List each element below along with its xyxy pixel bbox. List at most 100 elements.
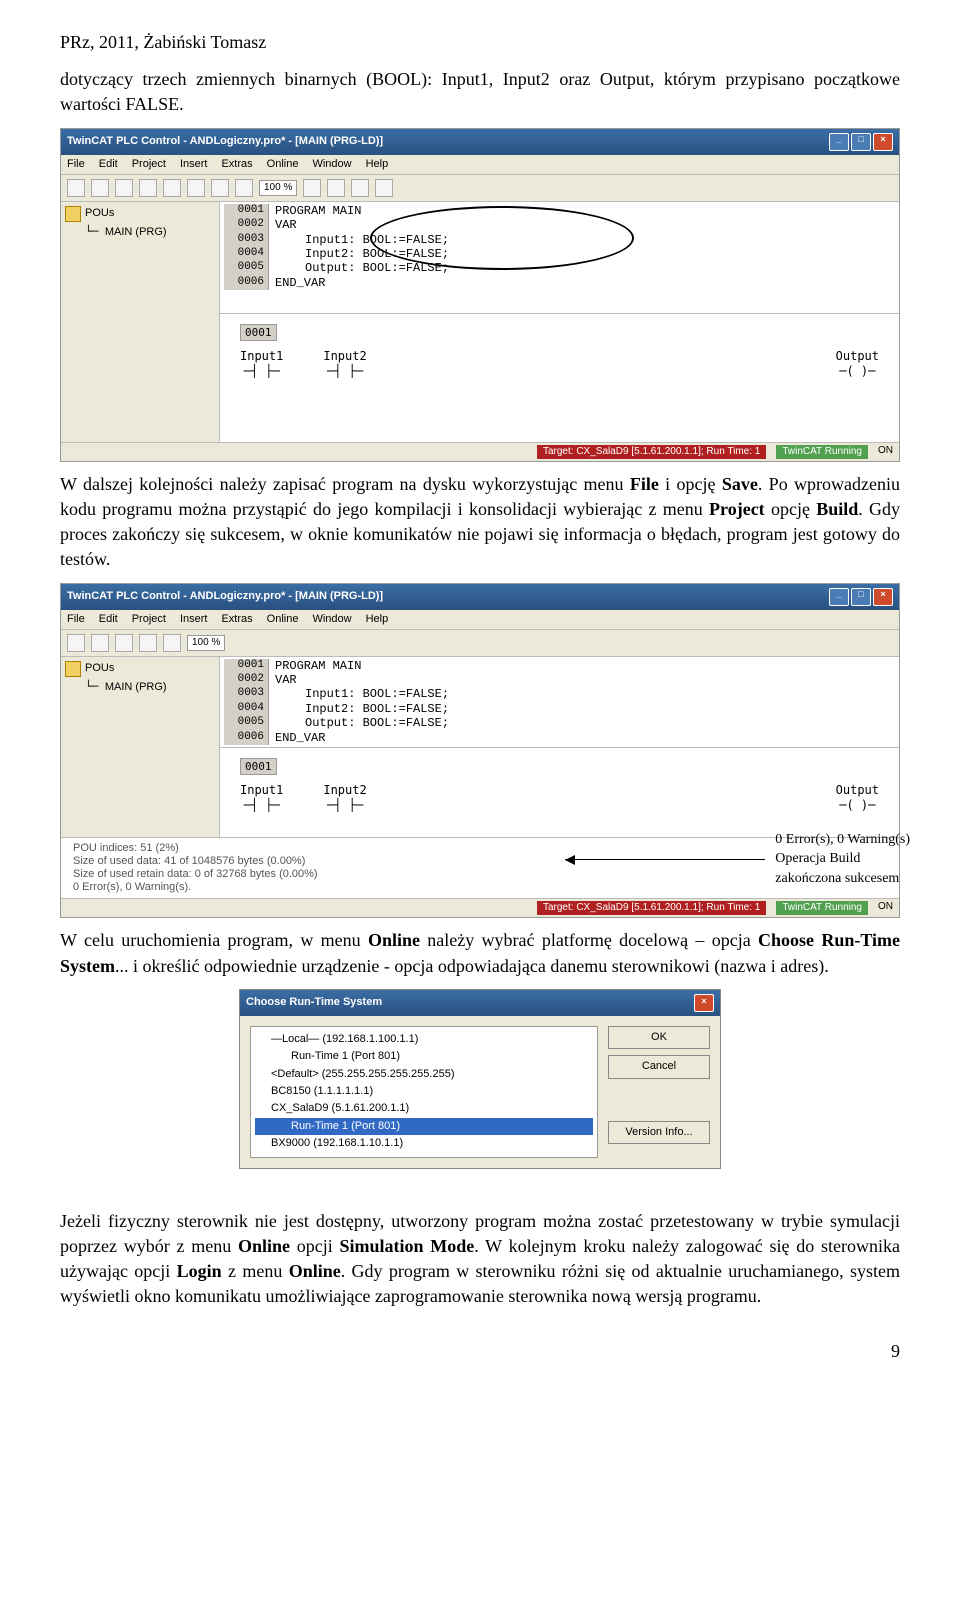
close-icon[interactable]: × (873, 588, 893, 606)
folder-icon (65, 661, 81, 677)
tool-icon[interactable] (163, 179, 181, 197)
minimize-icon[interactable]: _ (829, 588, 849, 606)
dialog-title: Choose Run-Time System (246, 995, 382, 1010)
version-info-button[interactable]: Version Info... (608, 1121, 710, 1144)
menu-file[interactable]: File (67, 158, 85, 171)
tool-icon[interactable] (115, 634, 133, 652)
tree-item-default[interactable]: <Default> (255.255.255.255.255.255) (255, 1066, 593, 1083)
menu-file[interactable]: File (67, 613, 85, 626)
menu-extras[interactable]: Extras (221, 613, 252, 626)
rung-number: 0001 (240, 324, 277, 341)
tool-icon[interactable] (327, 179, 345, 197)
status-running: TwinCAT Running (776, 445, 868, 459)
ladder-view[interactable]: 0001 Input1─┤ ├─ Input2─┤ ├─ Output─( )─ (220, 747, 899, 837)
page-number: 9 (60, 1339, 900, 1364)
menubar[interactable]: File Edit Project Insert Extras Online W… (61, 155, 899, 175)
tree-item-cx[interactable]: CX_SalaD9 (5.1.61.200.1.1) (255, 1100, 593, 1117)
tool-icon[interactable] (187, 179, 205, 197)
menu-online[interactable]: Online (267, 158, 299, 171)
tree-main[interactable]: └─ MAIN (PRG) (65, 225, 215, 239)
menu-edit[interactable]: Edit (99, 158, 118, 171)
zoom-level[interactable]: 100 % (259, 180, 297, 196)
window-title: TwinCAT PLC Control - ANDLogiczny.pro* -… (67, 135, 383, 148)
sidebar: POUs └─ MAIN (PRG) (61, 657, 220, 837)
menu-help[interactable]: Help (366, 158, 389, 171)
page-header: PRz, 2011, Żabiński Tomasz (60, 30, 900, 55)
close-icon[interactable]: × (694, 994, 714, 1012)
contact-input2: Input2 ─┤ ├─ (323, 349, 366, 378)
status-on: ON (878, 445, 893, 459)
tool-icon[interactable] (91, 179, 109, 197)
code-editor[interactable]: 0001PROGRAM MAIN 0002VAR 0003Input1: BOO… (220, 202, 899, 314)
status-target: Target: CX_SalaD9 [5.1.61.200.1.1]; Run … (537, 445, 766, 459)
tree-item-bx9000[interactable]: BX9000 (192.168.1.10.1.1) (255, 1135, 593, 1152)
tool-icon[interactable] (67, 179, 85, 197)
coil-output: Output─( )─ (836, 783, 879, 812)
contact-input2: Input2─┤ ├─ (323, 783, 366, 812)
paragraph-4: Jeżeli fizyczny sterownik nie jest dostę… (60, 1209, 900, 1310)
dialog-titlebar: Choose Run-Time System × (240, 990, 720, 1016)
tree-item-local[interactable]: —Local— (192.168.1.100.1.1) (255, 1031, 593, 1048)
dialog-choose-runtime: Choose Run-Time System × —Local— (192.16… (239, 989, 721, 1169)
paragraph-1: dotyczący trzech zmiennych binarnych (BO… (60, 67, 900, 117)
tool-icon[interactable] (115, 179, 133, 197)
toolbar: 100 % (61, 175, 899, 202)
tool-icon[interactable] (163, 634, 181, 652)
status-on: ON (878, 901, 893, 915)
contact-input1: Input1 ─┤ ├─ (240, 349, 283, 378)
close-icon[interactable]: × (873, 133, 893, 151)
status-running: TwinCAT Running (776, 901, 868, 915)
tool-icon[interactable] (235, 179, 253, 197)
menu-edit[interactable]: Edit (99, 613, 118, 626)
code-editor[interactable]: 0001PROGRAM MAIN 0002VAR 0003Input1: BOO… (220, 657, 899, 747)
tree-main[interactable]: └─ MAIN (PRG) (65, 680, 215, 694)
menu-extras[interactable]: Extras (221, 158, 252, 171)
menu-help[interactable]: Help (366, 613, 389, 626)
annotation-arrow-icon (565, 859, 765, 860)
menu-online[interactable]: Online (267, 613, 299, 626)
cancel-button[interactable]: Cancel (608, 1055, 710, 1078)
paragraph-2: W dalszej kolejności należy zapisać prog… (60, 472, 900, 573)
tree-item-runtime-selected[interactable]: Run-Time 1 (Port 801) (255, 1118, 593, 1135)
maximize-icon[interactable]: □ (851, 133, 871, 151)
menu-project[interactable]: Project (132, 613, 166, 626)
toolbar: 100 % (61, 630, 899, 657)
status-target: Target: CX_SalaD9 [5.1.61.200.1.1]; Run … (537, 901, 766, 915)
sidebar-pous[interactable]: POUs (65, 661, 215, 677)
menu-insert[interactable]: Insert (180, 158, 208, 171)
window-screenshot-1: TwinCAT PLC Control - ANDLogiczny.pro* -… (60, 128, 900, 462)
tree-item-runtime[interactable]: Run-Time 1 (Port 801) (255, 1048, 593, 1065)
folder-icon (65, 206, 81, 222)
rung-number: 0001 (240, 758, 277, 775)
dialog-tree[interactable]: —Local— (192.168.1.100.1.1) Run-Time 1 (… (250, 1026, 598, 1158)
ladder-view[interactable]: 0001 Input1 ─┤ ├─ Input2 ─┤ ├─ Output ─(… (220, 313, 899, 442)
tool-icon[interactable] (67, 634, 85, 652)
contact-input1: Input1─┤ ├─ (240, 783, 283, 812)
menu-window[interactable]: Window (312, 613, 351, 626)
ok-button[interactable]: OK (608, 1026, 710, 1049)
coil-output: Output ─( )─ (836, 349, 879, 378)
tool-icon[interactable] (211, 179, 229, 197)
menu-insert[interactable]: Insert (180, 613, 208, 626)
window-title: TwinCAT PLC Control - ANDLogiczny.pro* -… (67, 590, 383, 603)
tool-icon[interactable] (375, 179, 393, 197)
highlight-ellipse (370, 206, 634, 270)
menu-window[interactable]: Window (312, 158, 351, 171)
sidebar-pous[interactable]: POUs (65, 206, 215, 222)
titlebar: TwinCAT PLC Control - ANDLogiczny.pro* -… (61, 129, 899, 155)
statusbar: Target: CX_SalaD9 [5.1.61.200.1.1]; Run … (61, 442, 899, 461)
tool-icon[interactable] (91, 634, 109, 652)
tool-icon[interactable] (139, 634, 157, 652)
minimize-icon[interactable]: _ (829, 133, 849, 151)
tree-item-bc8150[interactable]: BC8150 (1.1.1.1.1.1) (255, 1083, 593, 1100)
tool-icon[interactable] (303, 179, 321, 197)
annotation-text: 0 Error(s), 0 Warning(s) Operacja Build … (775, 830, 910, 889)
tool-icon[interactable] (351, 179, 369, 197)
statusbar: Target: CX_SalaD9 [5.1.61.200.1.1]; Run … (61, 898, 899, 917)
zoom-level[interactable]: 100 % (187, 635, 225, 651)
menubar[interactable]: File Edit Project Insert Extras Online W… (61, 610, 899, 630)
titlebar: TwinCAT PLC Control - ANDLogiczny.pro* -… (61, 584, 899, 610)
tool-icon[interactable] (139, 179, 157, 197)
menu-project[interactable]: Project (132, 158, 166, 171)
maximize-icon[interactable]: □ (851, 588, 871, 606)
